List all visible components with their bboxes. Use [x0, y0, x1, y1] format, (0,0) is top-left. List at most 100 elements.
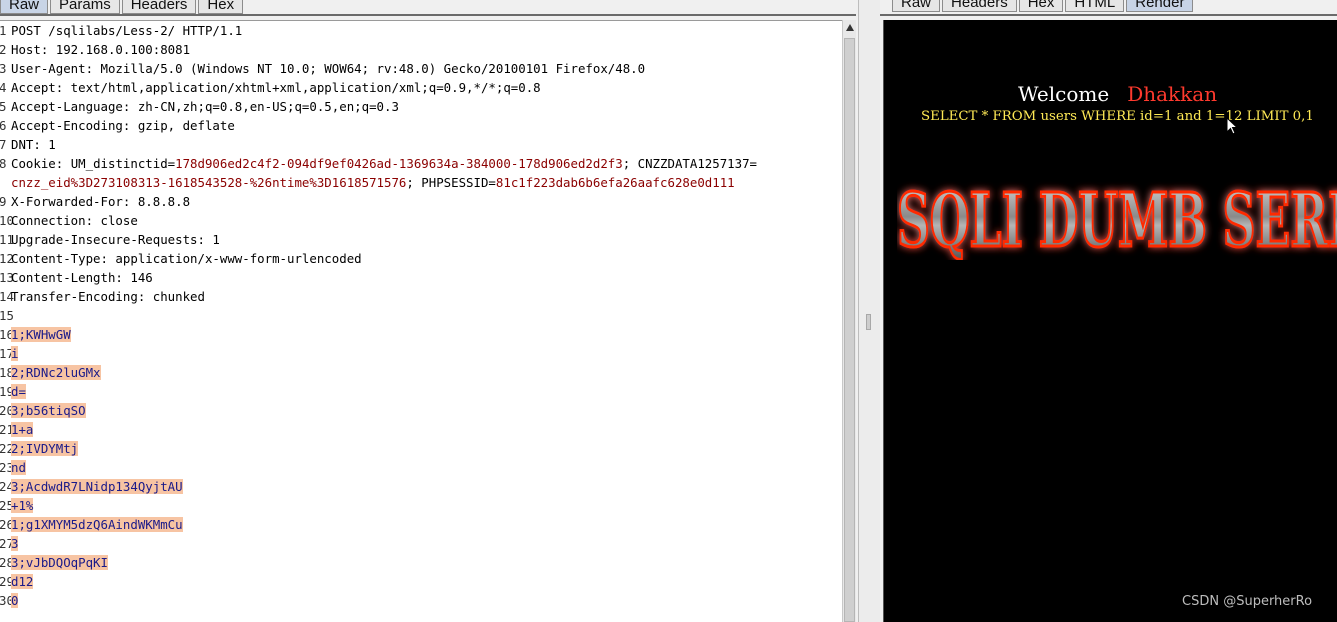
chunk-highlight: nd [11, 460, 26, 475]
chunk-highlight: 3;vJbDQOqPqKI [11, 555, 108, 570]
line-number: 16 [0, 327, 14, 342]
scroll-thumb[interactable] [844, 38, 855, 622]
code-line: 1 POST /sqlilabs/Less-2/ HTTP/1.1 [0, 21, 842, 40]
line-number: 21 [0, 422, 14, 437]
tab-raw[interactable]: Raw [0, 0, 49, 14]
code-line: 182;RDNc2luGMx [0, 363, 842, 382]
chunk-body-text: +1% [7, 496, 34, 515]
chunk-highlight: 1;g1XMYM5dzQ6AindWKMmCu [11, 517, 183, 532]
code-line: 11Upgrade-Insecure-Requests: 1 [0, 230, 842, 249]
chunk-highlight: d12 [11, 574, 34, 589]
line-number: 11 [0, 232, 14, 247]
header-text: Accept: text/html,application/xhtml+xml,… [11, 80, 541, 95]
chunk-body-text: d= [7, 382, 26, 401]
request-scrollbar[interactable] [842, 20, 856, 622]
code-line: 23nd [0, 458, 842, 477]
line-number: 15 [0, 308, 14, 323]
line-number: 5 [0, 97, 7, 116]
render-view: Welcome Dhakkan SELECT * FROM users WHERE… [883, 20, 1337, 622]
sqli-dumb-series-banner: SQLI DUMB SERIES [897, 180, 1337, 260]
chunk-body-text: 1;g1XMYM5dzQ6AindWKMmCu [7, 515, 183, 534]
code-line: 3 User-Agent: Mozilla/5.0 (Windows NT 10.… [0, 59, 842, 78]
chunk-body-text: 2;RDNc2luGMx [7, 363, 101, 382]
line-number: 24 [0, 479, 14, 494]
code-line: 7 DNT: 1 [0, 135, 842, 154]
chunk-highlight: 3;AcdwdR7LNidp134QyjtAU [11, 479, 183, 494]
line-number: 18 [0, 365, 14, 380]
code-line: 14Transfer-Encoding: chunked [0, 287, 842, 306]
code-line: 243;AcdwdR7LNidp134QyjtAU [0, 477, 842, 496]
sql-query-text: SELECT * FROM users WHERE id=1 and 1=12 … [921, 109, 1314, 124]
scroll-up-arrow-icon[interactable] [846, 24, 854, 31]
chunk-body-text: 3;b56tiqSO [7, 401, 86, 420]
tab-headers[interactable]: Headers [121, 0, 197, 14]
tab-raw[interactable]: Raw [892, 0, 941, 12]
tab-render[interactable]: Render [1126, 0, 1194, 12]
cookie-part: UM_distinctid= [70, 156, 176, 171]
line-number: 2 [0, 40, 7, 59]
cookie-text: Cookie: UM_distinctid=178d906ed2c4f2-094… [7, 154, 757, 173]
cookie-text: cnzz_eid%3D273108313-1618543528-%26ntime… [7, 173, 735, 192]
request-editor[interactable]: 1 POST /sqlilabs/Less-2/ HTTP/1.1 2 Host: 1… [0, 20, 842, 622]
response-pane: Raw Headers Hex HTML Render Welcome Dhakkan S… [880, 0, 1337, 622]
line-number: 29 [0, 574, 14, 589]
line-number: 13 [0, 270, 14, 285]
tab-html[interactable]: HTML [1065, 0, 1125, 12]
tab-hex[interactable]: Hex [1018, 0, 1064, 12]
response-tab-divider [880, 14, 1337, 16]
chunk-highlight: d= [11, 384, 26, 399]
header-text: Transfer-Encoding: chunked [11, 289, 205, 304]
header-text: Content-Type: application/x-www-form-url… [11, 251, 362, 266]
header-text: Accept-Encoding: gzip, deflate [11, 118, 235, 133]
header-text: DNT: 1 [11, 137, 56, 152]
cookie-line: 8Cookie: UM_distinctid=178d906ed2c4f2-09… [0, 154, 842, 173]
code-line: 261;g1XMYM5dzQ6AindWKMmCu [0, 515, 842, 534]
header-text: Host: 192.168.0.100:8081 [11, 42, 191, 57]
line-number: 12 [0, 251, 14, 266]
line-number: 22 [0, 441, 14, 456]
header-text: Connection: close [11, 213, 138, 228]
banner-text: SQLI DUMB SERIES [897, 180, 1337, 260]
chunk-highlight: +1% [11, 498, 34, 513]
request-pane: RawParamsHeadersHex 1 POST /sqlilabs/Less… [0, 0, 858, 622]
code-line: 17i [0, 344, 842, 363]
cookie-part: ; [406, 175, 422, 190]
code-line: 10Connection: close [0, 211, 842, 230]
tab-params[interactable]: Params [50, 0, 120, 14]
welcome-username: Dhakkan [1127, 82, 1218, 106]
chunk-highlight: 3 [11, 536, 19, 551]
tab-hex[interactable]: Hex [198, 0, 244, 14]
header-text: POST /sqlilabs/Less-2/ HTTP/1.1 [11, 23, 243, 38]
chunk-body-text: 3;AcdwdR7LNidp134QyjtAU [7, 477, 183, 496]
line-number: 28 [0, 555, 14, 570]
line-number: 6 [0, 116, 7, 135]
pane-splitter[interactable] [858, 0, 880, 622]
welcome-line: Welcome Dhakkan [1018, 82, 1217, 106]
line-number: 9 [0, 192, 7, 211]
cookie-part: cnzz_eid%3D273108313-1618543528-%26ntime… [11, 175, 407, 190]
code-line: 9 X-Forwarded-For: 8.8.8.8 [0, 192, 842, 211]
code-line: 4 Accept: text/html,application/xhtml+xml… [0, 78, 842, 97]
chunk-body-text: 1;KWHwGW [7, 325, 71, 344]
line-number: 30 [0, 593, 14, 608]
chunk-highlight: 2;RDNc2luGMx [11, 365, 101, 380]
splitter-grip-icon[interactable] [866, 314, 871, 330]
code-line: 15 [0, 306, 842, 325]
tab-headers[interactable]: Headers [942, 0, 1017, 12]
line-number: 19 [0, 384, 14, 399]
code-line: 2 Host: 192.168.0.100:8081 [0, 40, 842, 59]
response-tabbar: Raw Headers Hex HTML Render [892, 0, 1195, 14]
code-line: 13Content-Length: 146 [0, 268, 842, 287]
line-number: 23 [0, 460, 14, 475]
line-number: 20 [0, 403, 14, 418]
code-line: 283;vJbDQOqPqKI [0, 553, 842, 572]
chunk-body-text: 2;IVDYMtj [7, 439, 79, 458]
code-line: 6 Accept-Encoding: gzip, deflate [0, 116, 842, 135]
cookie-part: PHPSESSID= [421, 175, 496, 190]
code-line: 222;IVDYMtj [0, 439, 842, 458]
code-line: 300 [0, 591, 842, 610]
chunk-highlight: 1+a [11, 422, 34, 437]
code-line: 25+1% [0, 496, 842, 515]
line-number: 10 [0, 213, 14, 228]
chunk-body-text: nd [7, 458, 26, 477]
